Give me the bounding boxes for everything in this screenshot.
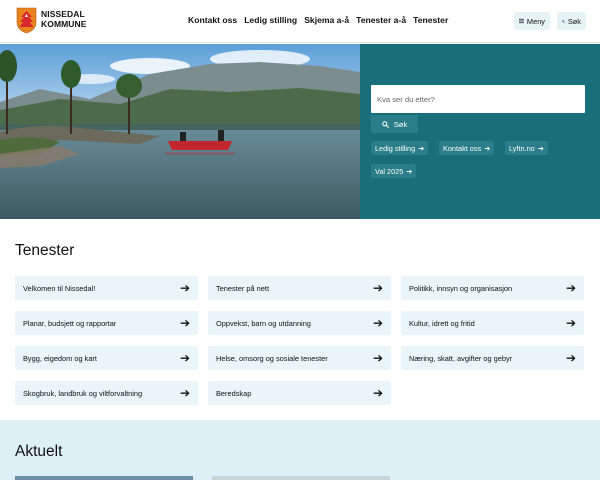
menu-label: Meny xyxy=(526,16,545,26)
search-input[interactable] xyxy=(371,85,585,113)
service-card-label: Helse, omsorg og sosiale tenester xyxy=(216,353,328,363)
service-card[interactable]: Skogbruk, landbruk og viltforvaltning ➔ xyxy=(15,381,198,405)
arrow-right-icon: ➔ xyxy=(179,386,190,400)
tenester-heading: Tenester xyxy=(15,242,75,259)
hero-lake-photo xyxy=(0,44,360,219)
arrow-right-icon: ➔ xyxy=(372,281,383,295)
menu-button[interactable]: Meny xyxy=(514,12,550,30)
arrow-right-icon: ➔ xyxy=(484,143,491,153)
magnifier-icon xyxy=(382,120,389,128)
arrow-right-icon: ➔ xyxy=(372,316,383,330)
service-card-label: Næring, skatt, avgifter og gebyr xyxy=(409,353,513,363)
header-search-button[interactable]: Søk xyxy=(557,12,586,30)
quick-link-lyftn[interactable]: Lyftn.no ➔ xyxy=(505,141,548,155)
arrow-right-icon: ➔ xyxy=(418,143,425,153)
arrow-right-icon: ➔ xyxy=(179,316,190,330)
arrow-right-icon: ➔ xyxy=(179,281,190,295)
service-card[interactable]: Kultur, idrett og fritid ➔ xyxy=(401,311,584,335)
arrow-right-icon: ➔ xyxy=(565,281,576,295)
hero: Søk Ledig stilling ➔ Kontakt oss ➔ Lyftn… xyxy=(0,44,600,219)
arrow-right-icon: ➔ xyxy=(565,316,576,330)
nav-tenester-a-a[interactable]: Tenester a-å xyxy=(356,15,406,25)
nav-tenester[interactable]: Tenester xyxy=(413,15,448,25)
service-card-label: Tenester på nett xyxy=(216,283,270,293)
arrow-right-icon: ➔ xyxy=(372,351,383,365)
service-card[interactable]: Næring, skatt, avgifter og gebyr ➔ xyxy=(401,346,584,370)
hero-search-panel: Søk Ledig stilling ➔ Kontakt oss ➔ Lyftn… xyxy=(360,44,600,219)
nav-skjema[interactable]: Skjema a-å xyxy=(304,15,349,25)
service-card[interactable]: Helse, omsorg og sosiale tenester ➔ xyxy=(208,346,391,370)
header-search-label: Søk xyxy=(567,16,581,26)
arrow-right-icon: ➔ xyxy=(565,351,576,365)
municipality-crest-icon[interactable] xyxy=(16,7,37,34)
aktuelt-section: Aktuelt xyxy=(0,420,600,480)
service-card-label: Planar, budsjett og rapportar xyxy=(23,318,117,328)
quick-link-label: Val 2025 xyxy=(375,166,404,176)
service-card[interactable]: Politikk, innsyn og organisasjon ➔ xyxy=(401,276,584,300)
hamburger-icon xyxy=(519,18,524,24)
service-card-label: Skogbruk, landbruk og viltforvaltning xyxy=(23,388,143,398)
logo-line-2: KOMMUNE xyxy=(41,18,87,29)
service-card[interactable]: Bygg, eigedom og kart ➔ xyxy=(15,346,198,370)
nav-ledig-stilling[interactable]: Ledig stilling xyxy=(244,15,297,25)
service-card[interactable]: Planar, budsjett og rapportar ➔ xyxy=(15,311,198,335)
service-card-label: Kultur, idrett og fritid xyxy=(409,318,475,328)
quick-link-label: Kontakt oss xyxy=(443,143,482,153)
service-card[interactable]: Oppvekst, barn og utdanning ➔ xyxy=(208,311,391,335)
news-thumbnail[interactable] xyxy=(15,476,193,480)
arrow-right-icon: ➔ xyxy=(179,351,190,365)
nav-kontakt-oss[interactable]: Kontakt oss xyxy=(188,15,237,25)
quick-link-val-2025[interactable]: Val 2025 ➔ xyxy=(371,164,417,178)
aktuelt-heading: Aktuelt xyxy=(15,443,63,460)
service-card[interactable]: Velkomen til Nissedal! ➔ xyxy=(15,276,198,300)
search-button[interactable]: Søk xyxy=(371,115,418,133)
service-card-label: Oppvekst, barn og utdanning xyxy=(216,318,311,328)
service-card[interactable]: Beredskap ➔ xyxy=(208,381,391,405)
search-button-label: Søk xyxy=(393,119,408,129)
arrow-right-icon: ➔ xyxy=(372,386,383,400)
quick-link-label: Lyftn.no xyxy=(509,143,535,153)
quick-link-label: Ledig stilling xyxy=(375,143,416,153)
service-card-label: Velkomen til Nissedal! xyxy=(23,283,96,293)
site-header: NISSEDAL KOMMUNE Kontakt oss Ledig still… xyxy=(0,0,600,43)
news-thumbnail[interactable] xyxy=(212,476,390,480)
quick-link-kontakt-oss[interactable]: Kontakt oss ➔ xyxy=(439,141,495,155)
main-nav: Kontakt oss Ledig stilling Skjema a-å Te… xyxy=(188,15,455,25)
service-card[interactable]: Tenester på nett ➔ xyxy=(208,276,391,300)
logo-wordmark[interactable]: NISSEDAL KOMMUNE xyxy=(41,9,87,29)
service-card-label: Politikk, innsyn og organisasjon xyxy=(409,283,513,293)
arrow-right-icon: ➔ xyxy=(537,143,544,153)
service-card-label: Beredskap xyxy=(216,388,252,398)
service-card-label: Bygg, eigedom og kart xyxy=(23,353,97,363)
magnifier-icon xyxy=(562,19,565,23)
quick-link-ledig-stilling[interactable]: Ledig stilling ➔ xyxy=(371,141,429,155)
arrow-right-icon: ➔ xyxy=(406,166,413,176)
